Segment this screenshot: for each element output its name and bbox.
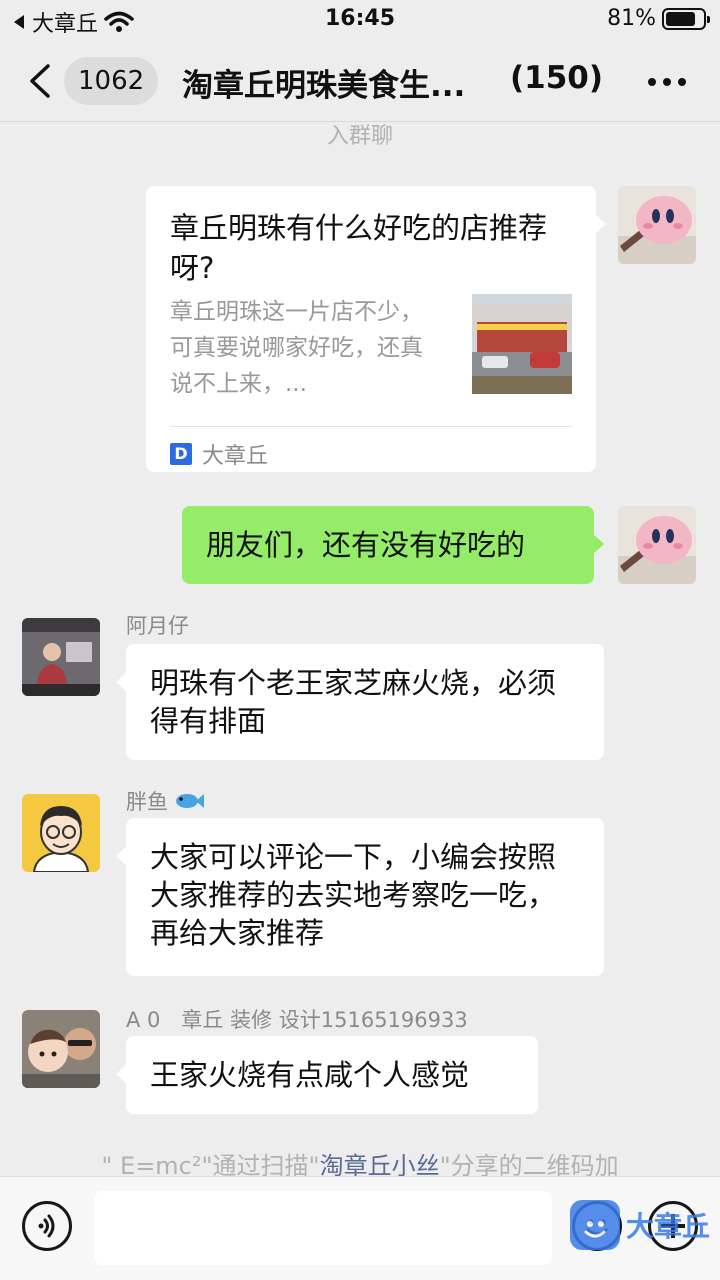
sender-name-row: 胖鱼 bbox=[126, 786, 204, 816]
voice-icon bbox=[38, 1214, 55, 1238]
message-text: 明珠有个老王家芝麻火烧，必须得有排面 bbox=[150, 666, 557, 738]
sender-name: 阿月仔 bbox=[126, 614, 189, 638]
self-avatar[interactable] bbox=[618, 506, 696, 584]
message-bubble[interactable]: 大家可以评论一下，小编会按照大家推荐的去实地考察吃一吃，再给大家推荐 bbox=[116, 818, 604, 976]
message-text: 王家火烧有点咸个人感觉 bbox=[150, 1058, 470, 1092]
unread-count[interactable]: 1062 bbox=[64, 57, 159, 105]
status-bar: 大章丘 16:45 81% bbox=[0, 0, 720, 40]
battery-percent: 81% bbox=[607, 6, 656, 31]
sender-name: A 0 章丘 装修 设计15165196933 bbox=[126, 1008, 468, 1032]
voice-input-button[interactable] bbox=[22, 1201, 72, 1251]
card-divider bbox=[170, 426, 572, 427]
source-logo-icon: D bbox=[170, 443, 192, 465]
battery-status: 81% bbox=[607, 6, 710, 31]
kirby-avatar-icon bbox=[618, 186, 696, 264]
cartoon-avatar-icon bbox=[22, 794, 100, 872]
fish-emoji-icon bbox=[176, 794, 204, 808]
battery-level bbox=[666, 11, 696, 26]
chat-header: 1062 淘章丘明珠美食生... (150) bbox=[0, 40, 720, 122]
more-options-icon[interactable] bbox=[648, 78, 686, 86]
card-thumbnail bbox=[472, 294, 572, 394]
chat-title: 淘章丘明珠美食生... bbox=[182, 68, 466, 104]
photo-avatar-icon bbox=[22, 618, 100, 696]
card-source-name: 大章丘 bbox=[202, 444, 269, 469]
battery-icon bbox=[662, 7, 710, 30]
member-avatar[interactable] bbox=[22, 794, 100, 872]
card-description: 章丘明珠这一片店不少，可真要说哪家好吃，还真说不上来，... bbox=[170, 299, 423, 397]
message-input[interactable] bbox=[94, 1191, 552, 1265]
member-avatar[interactable] bbox=[22, 618, 100, 696]
watermark-logo-icon bbox=[570, 1200, 620, 1250]
card-title: 章丘明珠有什么好吃的店推荐呀? bbox=[170, 211, 548, 285]
photo-avatar-icon bbox=[22, 1010, 100, 1088]
member-avatar[interactable] bbox=[22, 1010, 100, 1088]
message-text: 大家可以评论一下，小编会按照大家推荐的去实地考察吃一吃，再给大家推荐 bbox=[150, 840, 557, 950]
message-bubble[interactable]: 王家火烧有点咸个人感觉 bbox=[116, 1036, 538, 1114]
self-message-text: 朋友们，还有没有好吃的 bbox=[206, 528, 526, 562]
card-source: D 大章丘 bbox=[170, 438, 268, 470]
watermark-text: 大章丘 bbox=[626, 1210, 711, 1243]
message-bubble[interactable]: 明珠有个老王家芝麻火烧，必须得有排面 bbox=[116, 644, 604, 760]
self-message-bubble[interactable]: 朋友们，还有没有好吃的 bbox=[182, 506, 604, 584]
back-icon[interactable] bbox=[26, 64, 56, 98]
member-count: (150) bbox=[510, 60, 604, 96]
watermark: 大章丘 bbox=[570, 1200, 710, 1250]
sender-name: 胖鱼 bbox=[126, 790, 168, 814]
self-avatar[interactable] bbox=[618, 186, 696, 264]
system-notice-top: 入群聊 bbox=[326, 124, 393, 149]
kirby-avatar-icon bbox=[618, 506, 696, 584]
shared-article-card[interactable]: 章丘明珠有什么好吃的店推荐呀? 章丘明珠这一片店不少，可真要说哪家好吃，还真说不… bbox=[146, 186, 606, 472]
